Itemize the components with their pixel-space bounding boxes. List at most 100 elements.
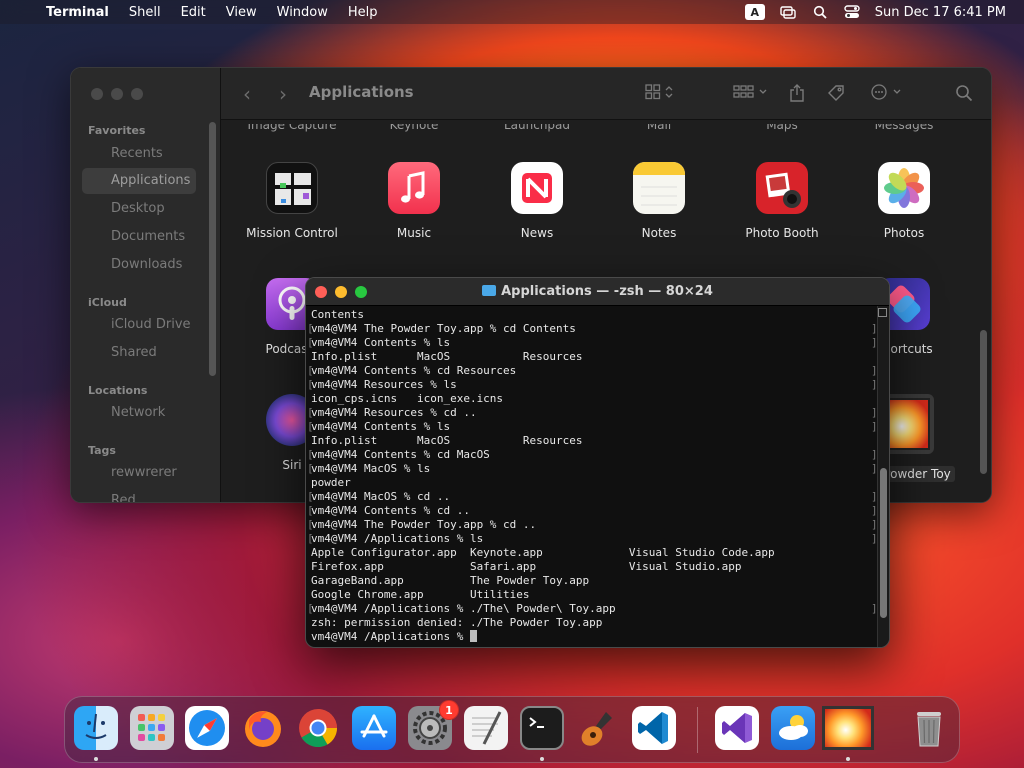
prompt-mark: [ [307,378,314,391]
dock-weather-icon[interactable] [771,706,815,750]
back-button[interactable]: ‹ [243,82,251,106]
terminal-line: Contents [311,308,879,322]
terminal-line: vm4@VM4 /Applications % ./The\ Powder\ T… [307,602,879,616]
finder-scrollbar[interactable] [980,330,987,474]
share-icon[interactable] [789,84,805,106]
zoom-button[interactable] [131,88,143,100]
search-icon[interactable] [955,84,973,106]
view-grid-icon[interactable] [645,84,675,104]
app-label-launchpad: Launchpad [503,118,571,132]
terminal-line: Google Chrome.app Utilities [311,588,879,602]
dock-garageband-icon[interactable] [576,706,620,750]
group-by-icon[interactable] [733,84,769,104]
prompt-mark: [ [307,406,314,419]
app-notes[interactable]: Notes [599,162,719,240]
terminal-line-text: vm4@VM4 Contents % cd Resources [311,364,517,377]
sidebar-item-desktop[interactable]: Desktop [82,196,196,222]
terminal-line-text: vm4@VM4 The Powder Toy.app % cd Contents [311,322,576,335]
sidebar-item-recents[interactable]: Recents [82,141,196,167]
app-news[interactable]: News [477,162,597,240]
terminal-line-text: vm4@VM4 MacOS % ls [311,462,431,475]
terminal-line: vm4@VM4 Contents % ls[] [307,420,879,434]
terminal-line-text: GarageBand.app The Powder Toy.app [311,574,590,587]
dock-launchpad-icon[interactable] [130,706,174,750]
dock-trash-icon[interactable] [907,706,951,750]
sidebar-item-network[interactable]: Network [82,400,196,426]
screen-mirroring-icon[interactable] [779,5,797,19]
input-source-icon[interactable]: A [744,4,765,20]
app-music[interactable]: Music [354,162,474,240]
menu-window[interactable]: Window [267,5,338,20]
dock-visual-studio-icon[interactable] [715,706,759,750]
sidebar-item-icloud-drive[interactable]: iCloud Drive [82,312,196,338]
app-photo-booth[interactable]: Photo Booth [722,162,842,240]
notes-icon [633,162,685,214]
menu-bar: Terminal Shell Edit View Window Help A S… [0,0,1024,24]
terminal-line: vm4@VM4 /Applications % ls[] [307,532,879,546]
dock-safari-icon[interactable] [185,706,229,750]
terminal-line: vm4@VM4 MacOS % ls[] [307,462,879,476]
terminal-line-text: Apple Configurator.app Keynote.app Visua… [311,546,775,559]
dock-powder-toy-icon[interactable] [822,706,874,750]
dock-vscode-icon[interactable] [632,706,676,750]
terminal-cursor [469,630,477,642]
more-actions-icon[interactable] [871,84,903,104]
tag-icon[interactable] [827,84,845,106]
app-photos[interactable]: Photos [844,162,964,240]
minimize-button[interactable] [111,88,123,100]
sidebar-tag-rewwrerer[interactable]: rewwrerer [82,460,196,486]
terminal-line: GarageBand.app The Powder Toy.app [311,574,879,588]
sidebar-item-documents[interactable]: Documents [82,224,196,250]
terminal-line-text: vm4@VM4 /Applications % [311,630,470,643]
finder-sidebar: Favorites Recents Applications Desktop D… [71,68,221,502]
sidebar-item-downloads[interactable]: Downloads [82,252,196,278]
photos-icon [878,162,930,214]
sidebar-scrollbar[interactable] [209,122,216,376]
dock-running-indicator [94,757,98,761]
close-button[interactable] [91,88,103,100]
terminal-line-text: vm4@VM4 /Applications % ./The\ Powder\ T… [311,602,616,615]
sidebar-item-shared[interactable]: Shared [82,340,196,366]
menu-shell[interactable]: Shell [119,5,171,20]
terminal-scrollbar[interactable] [880,468,887,618]
control-center-icon[interactable] [843,5,861,19]
terminal-line: vm4@VM4 Contents % ls[] [307,336,879,350]
terminal-title-text: Applications — -zsh — 80×24 [501,284,713,299]
terminal-line-text: Info.plist MacOS Resources [311,350,583,363]
terminal-line: Firefox.app Safari.app Visual Studio.app [311,560,879,574]
mission-control-icon [266,162,318,214]
dock-textedit-icon[interactable] [464,706,508,750]
spotlight-search-icon[interactable] [811,5,829,19]
menu-clock[interactable]: Sun Dec 17 6:41 PM [875,5,1006,20]
app-label-messages: Messages [874,118,934,132]
terminal-line: vm4@VM4 Resources % cd ..[] [307,406,879,420]
dock-app-store-icon[interactable] [352,706,396,750]
terminal-line-text: Firefox.app Safari.app Visual Studio.app [311,560,742,573]
sidebar-section-tags: Tags [88,444,116,457]
dock-firefox-icon[interactable] [241,706,285,750]
menu-view[interactable]: View [216,5,267,20]
app-label: Mission Control [246,226,338,240]
app-mission-control[interactable]: Mission Control [232,162,352,240]
dock-finder-icon[interactable] [74,706,118,750]
menu-app-name[interactable]: Terminal [40,5,119,20]
terminal-title: Applications — -zsh — 80×24 [306,284,889,299]
terminal-line: Apple Configurator.app Keynote.app Visua… [311,546,879,560]
sidebar-section-favorites: Favorites [88,124,146,137]
forward-button[interactable]: › [279,82,287,106]
folder-icon [482,285,497,296]
prompt-mark: [ [307,364,314,377]
terminal-output[interactable]: Contents vm4@VM4 The Powder Toy.app % cd … [306,306,879,647]
terminal-marks-icon[interactable] [878,308,887,317]
dock-chrome-icon[interactable] [296,706,340,750]
menu-edit[interactable]: Edit [171,5,216,20]
terminal-line-text: vm4@VM4 Contents % cd MacOS [311,448,490,461]
prompt-mark: [ [307,532,314,545]
dock-terminal-icon[interactable] [520,706,564,750]
menu-help[interactable]: Help [338,5,388,20]
terminal-line: Info.plist MacOS Resources [311,350,879,364]
terminal-titlebar[interactable]: Applications — -zsh — 80×24 [306,278,889,306]
app-label: Notes [641,226,677,240]
sidebar-tag-red[interactable]: Red [82,488,196,502]
sidebar-item-applications[interactable]: Applications [82,168,196,194]
